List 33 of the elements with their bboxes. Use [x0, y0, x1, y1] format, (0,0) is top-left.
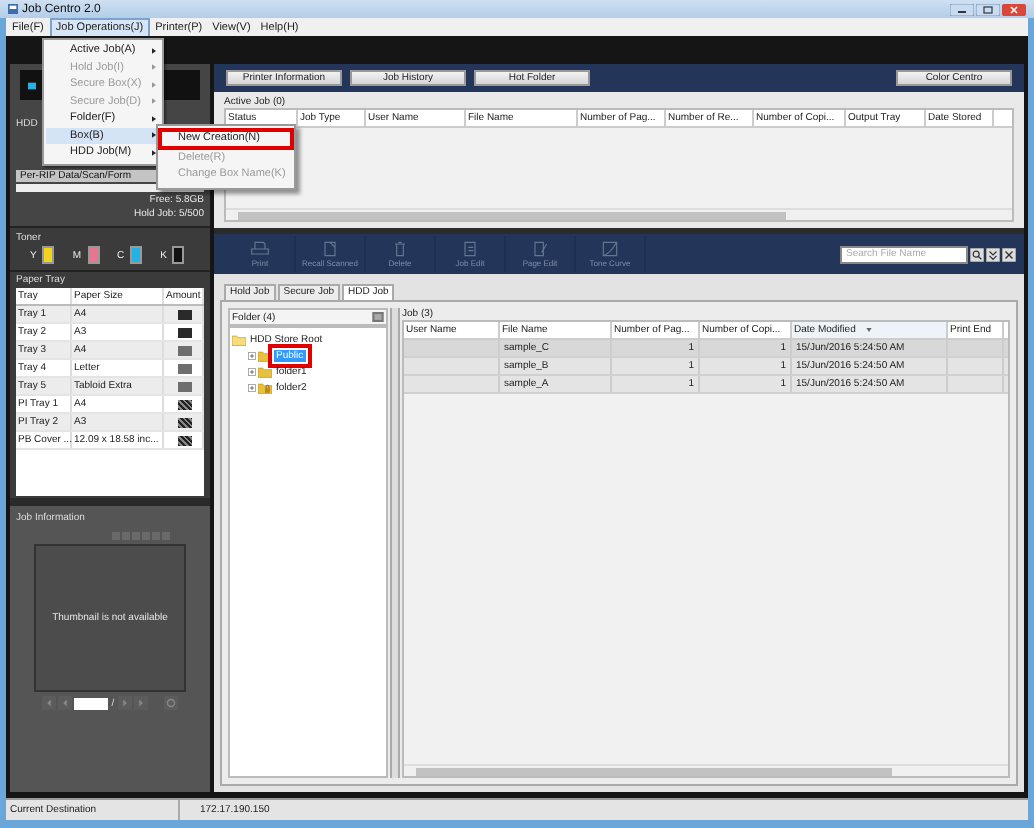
horizontal-scrollbar[interactable] — [226, 208, 1012, 220]
search-icon[interactable] — [970, 247, 984, 261]
printer-display-icon — [28, 81, 36, 90]
expand-toggle-icon[interactable] — [248, 384, 256, 392]
last-page-button[interactable] — [134, 696, 149, 710]
printer-icon — [250, 240, 270, 258]
close-button[interactable] — [1002, 3, 1026, 15]
submenu-arrow-icon — [152, 98, 156, 105]
page-pencil-icon — [530, 240, 550, 258]
submenu-arrow-icon — [152, 81, 156, 88]
zoom-button[interactable] — [164, 696, 179, 710]
minimize-button[interactable] — [950, 3, 974, 15]
app-icon — [8, 4, 18, 14]
next-page-button[interactable] — [118, 696, 133, 710]
expand-toggle-icon[interactable] — [248, 352, 256, 360]
trash-icon — [390, 240, 410, 258]
submenu-arrow-icon — [152, 115, 156, 122]
document-icon — [320, 240, 340, 258]
previous-page-button[interactable] — [57, 696, 72, 710]
submenu-arrow-icon — [152, 64, 156, 71]
first-page-button[interactable] — [41, 696, 56, 710]
close-icon[interactable] — [1002, 247, 1016, 261]
submenu-arrow-icon — [152, 47, 156, 54]
folder-options-icon[interactable] — [372, 312, 384, 322]
expand-icon[interactable] — [986, 247, 1000, 261]
page-input[interactable] — [73, 697, 108, 709]
horizontal-scrollbar[interactable] — [404, 764, 1008, 776]
submenu-arrow-icon — [152, 149, 156, 156]
submenu-arrow-icon — [152, 132, 156, 139]
document-edit-icon — [460, 240, 480, 258]
expand-toggle-icon[interactable] — [248, 368, 256, 376]
curve-icon — [600, 240, 620, 258]
panel-splitter[interactable] — [390, 308, 400, 778]
